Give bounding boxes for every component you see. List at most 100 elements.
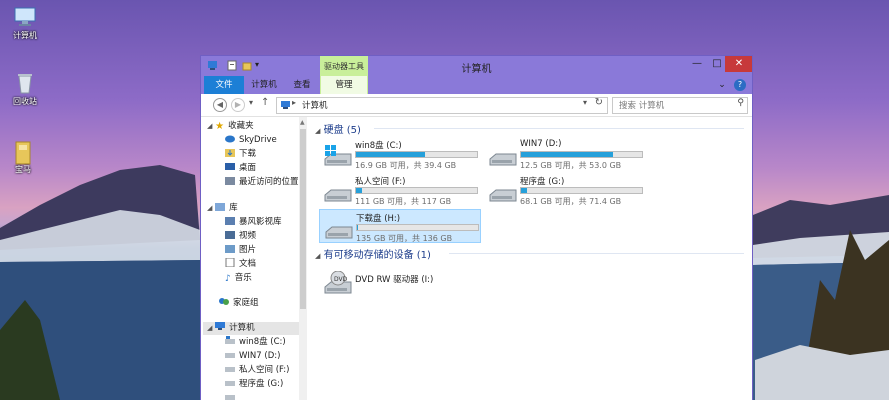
address-bar: ◀ ▶ ▾ ↑ ▸ 计算机 ▾ ↻ 搜索 计算机 ⚲ [201,94,752,117]
recent-locations-icon[interactable]: ▾ [249,98,253,107]
breadcrumb[interactable]: 计算机 [302,99,328,111]
hard-drive-icon [488,181,517,203]
drive-usage-fill [521,152,613,157]
collapse-arrow-icon[interactable]: ◢ [315,252,320,260]
window-title: 计算机 [461,64,492,75]
video-icon [225,230,235,239]
computer-icon [215,322,226,331]
group-divider [449,253,744,254]
up-arrow-icon[interactable]: ↑ [261,97,269,108]
collapse-arrow-icon[interactable]: ◢ [207,122,212,130]
nav-item-recent-places[interactable]: 最近访问的位置 [225,176,299,189]
folder-icon [10,140,36,165]
tab-file[interactable]: 文件 [204,76,244,94]
drive-c-icon [323,145,352,167]
ribbon-expand-icon[interactable]: ⌄ [716,77,728,93]
breadcrumb-separator-icon[interactable]: ▸ [292,98,296,107]
group-header-hard-drives[interactable]: ◢ 硬盘 (5) [315,121,361,136]
collapse-arrow-icon[interactable]: ◢ [315,127,320,135]
drive-usage-fill [521,188,528,193]
drive-tile-h[interactable]: 下载盘 (H:) 135 GB 可用，共 136 GB [319,209,481,243]
drive-free-space: 111 GB 可用，共 117 GB [355,197,452,206]
nav-item-drive-c[interactable]: win8盘 (C:) [225,336,286,349]
maximize-button[interactable]: □ [707,56,727,72]
nav-libraries[interactable]: ◢ 库 [207,202,238,215]
drive-tile-f[interactable]: 私人空间 (F:) 111 GB 可用，共 117 GB [319,173,481,207]
collapse-arrow-icon[interactable]: ◢ [207,324,212,332]
recent-places-icon [225,176,235,185]
desktop-icon-label: 宝马 [15,165,31,174]
nav-item-music[interactable]: ♪ 音乐 [225,272,252,285]
music-icon: ♪ [225,274,231,284]
group-header-removable[interactable]: ◢ 有可移动存储的设备 (1) [315,246,431,261]
drive-icon [225,364,235,373]
nav-item-downloads[interactable]: 下载 [225,148,256,161]
drive-usage-fill [356,152,425,157]
device-tile-dvd[interactable]: DVD DVD RW 驱动器 (I:) [319,263,481,297]
nav-homegroup[interactable]: 家庭组 [219,297,259,310]
nav-item-drive-d[interactable]: WIN7 (D:) [225,350,280,363]
scrollbar-thumb[interactable] [300,129,306,309]
drive-usage-bar [355,187,478,194]
nav-item-videos[interactable]: 视频 [225,230,256,243]
star-icon: ★ [215,121,225,132]
forward-button[interactable]: ▶ [231,98,245,112]
hard-drive-icon [488,145,517,167]
svg-text:DVD: DVD [334,276,348,283]
search-icon[interactable]: ⚲ [737,98,744,108]
picture-icon [225,244,235,253]
desktop-icon-recycle-bin[interactable]: 回收站 [2,72,48,107]
drive-free-space: 12.5 GB 可用，共 53.0 GB [520,161,622,170]
drive-usage-bar [520,187,643,194]
navigation-pane: ◢ ★ 收藏夹 SkyDrive 下载 桌面 最近访问的位置 ◢ 库 暴风影视库 … [201,117,309,400]
drive-icon [225,336,235,345]
computer-icon [280,101,290,109]
tab-computer[interactable]: 计算机 [245,76,283,94]
refresh-icon[interactable]: ↻ [595,97,603,108]
drive-usage-fill [357,225,359,230]
nav-item-desktop[interactable]: 桌面 [225,162,256,175]
help-icon[interactable]: ? [734,79,746,91]
drive-usage-bar [520,151,643,158]
scroll-up-icon[interactable]: ▲ [300,119,305,126]
drive-tile-d[interactable]: WIN7 (D:) 12.5 GB 可用，共 53.0 GB [484,137,646,171]
homegroup-icon [219,297,229,306]
nav-item-drive-f[interactable]: 私人空间 (F:) [225,364,289,377]
nav-scrollbar[interactable]: ▲ [299,117,307,400]
nav-computer[interactable]: ◢ 计算机 [207,322,255,335]
drive-icon [225,392,235,400]
drive-tile-c[interactable]: win8盘 (C:) 16.9 GB 可用，共 39.4 GB [319,137,481,171]
nav-item-drive-partial[interactable] [225,392,239,400]
tab-manage[interactable]: 管理 [320,76,368,94]
nav-item-skydrive[interactable]: SkyDrive [225,134,277,147]
address-field[interactable]: ▸ 计算机 ▾ ↻ [276,97,608,114]
search-placeholder: 搜索 计算机 [619,101,665,111]
drive-free-space: 135 GB 可用，共 136 GB [356,234,453,243]
group-divider [374,128,744,129]
nav-item-drive-g[interactable]: 程序盘 (G:) [225,378,283,391]
hard-drive-icon [324,218,353,240]
drive-icon [225,378,235,387]
nav-item-video-library[interactable]: 暴风影视库 [225,216,282,229]
cloud-icon [225,134,235,143]
collapse-arrow-icon[interactable]: ◢ [207,204,212,212]
drive-usage-bar [356,224,479,231]
title-bar[interactable]: ▾ 驱动器工具 计算机 — □ ✕ [201,56,752,76]
device-name: DVD RW 驱动器 (I:) [355,275,434,285]
content-pane: ◢ 硬盘 (5) win8盘 (C:) 16.9 GB 可用，共 39.4 GB… [309,117,752,400]
dvd-drive-icon: DVD [323,270,352,294]
minimize-button[interactable]: — [687,56,707,72]
desktop-icon-computer[interactable]: 计算机 [2,6,48,41]
drive-tile-g[interactable]: 程序盘 (G:) 68.1 GB 可用，共 71.4 GB [484,173,646,207]
recycle-bin-icon [12,72,38,94]
close-button[interactable]: ✕ [725,56,752,72]
tab-view[interactable]: 查看 [285,76,319,94]
desktop-icon-folder[interactable]: 宝马 [0,140,46,175]
nav-item-pictures[interactable]: 图片 [225,244,256,257]
search-input[interactable]: 搜索 计算机 ⚲ [612,97,748,114]
library-icon [215,202,226,211]
address-dropdown-icon[interactable]: ▾ [583,98,587,107]
nav-favorites[interactable]: ◢ ★ 收藏夹 [207,120,254,133]
back-button[interactable]: ◀ [213,98,227,112]
nav-item-documents[interactable]: 文档 [225,257,256,271]
